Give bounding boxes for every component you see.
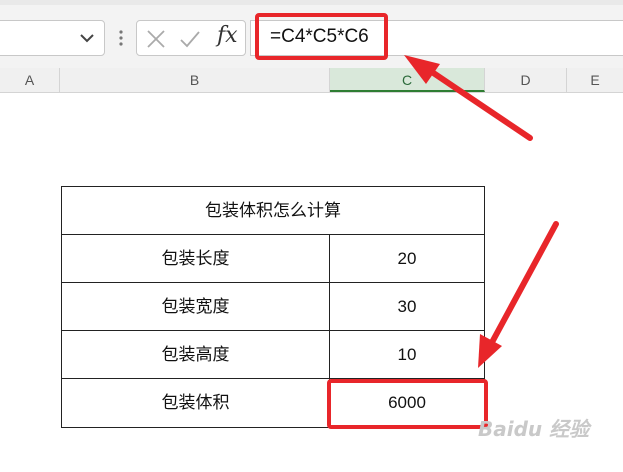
table-cell-label[interactable]: 包装宽度 — [62, 283, 330, 331]
table-row: 包装高度 10 — [62, 331, 484, 379]
arrow-to-result — [478, 221, 559, 368]
table-cell-label[interactable]: 包装高度 — [62, 331, 330, 379]
insert-function-icon[interactable]: fx — [217, 23, 238, 48]
column-header: A B C D E — [0, 68, 623, 93]
table-cell-label[interactable]: 包装体积 — [62, 379, 330, 427]
table-cell-value[interactable]: 10 — [330, 331, 484, 379]
table-cell-value[interactable]: 20 — [330, 235, 484, 283]
formula-highlight-box — [255, 13, 388, 60]
column-header-e[interactable]: E — [567, 68, 623, 92]
result-highlight-box — [327, 379, 488, 429]
cancel-icon[interactable] — [145, 28, 167, 50]
chevron-down-icon[interactable] — [78, 29, 96, 47]
watermark: Baidu 经验 — [478, 417, 590, 441]
table-cell-value[interactable]: 30 — [330, 283, 484, 331]
formula-actions: fx — [136, 20, 246, 56]
column-header-a[interactable]: A — [0, 68, 60, 92]
table-row: 包装宽度 30 — [62, 283, 484, 331]
table-cell-label[interactable]: 包装长度 — [62, 235, 330, 283]
column-header-d[interactable]: D — [485, 68, 567, 92]
column-header-c[interactable]: C — [330, 68, 485, 92]
table-row: 包装长度 20 — [62, 235, 484, 283]
confirm-icon[interactable] — [179, 28, 201, 50]
drag-handle-icon[interactable] — [118, 27, 124, 49]
formula-bar: fx =C4*C5*C6 — [0, 0, 623, 69]
table-title[interactable]: 包装体积怎么计算 — [62, 187, 484, 235]
name-box[interactable] — [0, 20, 105, 56]
column-header-b[interactable]: B — [60, 68, 330, 92]
table-title-row: 包装体积怎么计算 — [62, 187, 484, 235]
toolbar-edge — [0, 0, 623, 5]
